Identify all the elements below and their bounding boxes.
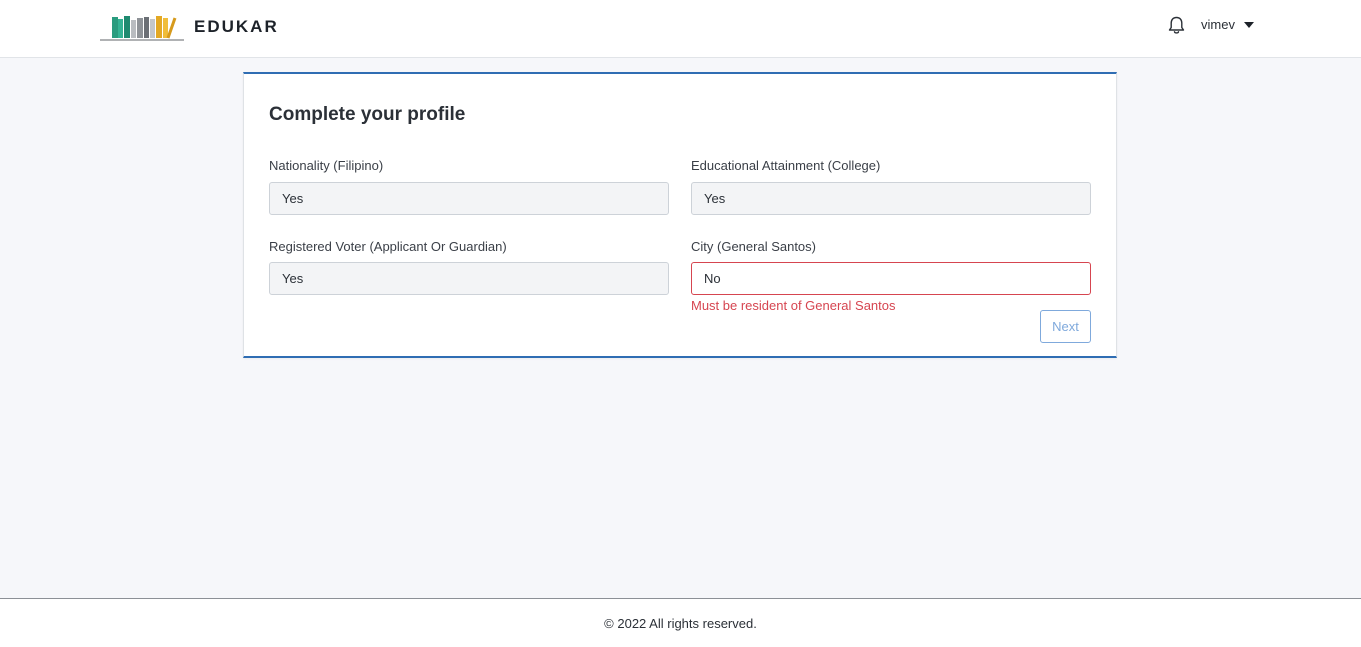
page-title: Complete your profile <box>269 104 466 125</box>
profile-card: Complete your profile Nationality (Filip… <box>243 72 1117 358</box>
next-button[interactable]: Next <box>1040 310 1091 343</box>
registered-voter-field[interactable]: Yes <box>269 262 669 295</box>
city-label: City (General Santos) <box>691 239 816 254</box>
user-menu[interactable]: vimev <box>1201 17 1254 32</box>
brand-name: EDUKAR <box>194 17 279 36</box>
aklat-logo <box>100 16 184 41</box>
brand[interactable]: EDUKAR <box>100 14 277 42</box>
top-navbar: EDUKAR vimev <box>0 0 1361 58</box>
city-field[interactable]: No <box>691 262 1091 295</box>
educational-attainment-field[interactable]: Yes <box>691 182 1091 215</box>
educational-attainment-label: Educational Attainment (College) <box>691 158 881 173</box>
username-label: vimev <box>1201 17 1235 32</box>
caret-down-icon <box>1243 21 1254 28</box>
copyright-text: © 2022 All rights reserved. <box>604 616 757 631</box>
nationality-field[interactable]: Yes <box>269 182 669 215</box>
notification-bell-icon[interactable] <box>1168 16 1185 35</box>
city-error-message: Must be resident of General Santos <box>691 298 896 313</box>
footer: © 2022 All rights reserved. <box>0 598 1361 647</box>
nationality-label: Nationality (Filipino) <box>269 158 384 173</box>
registered-voter-label: Registered Voter (Applicant Or Guardian) <box>269 239 507 254</box>
